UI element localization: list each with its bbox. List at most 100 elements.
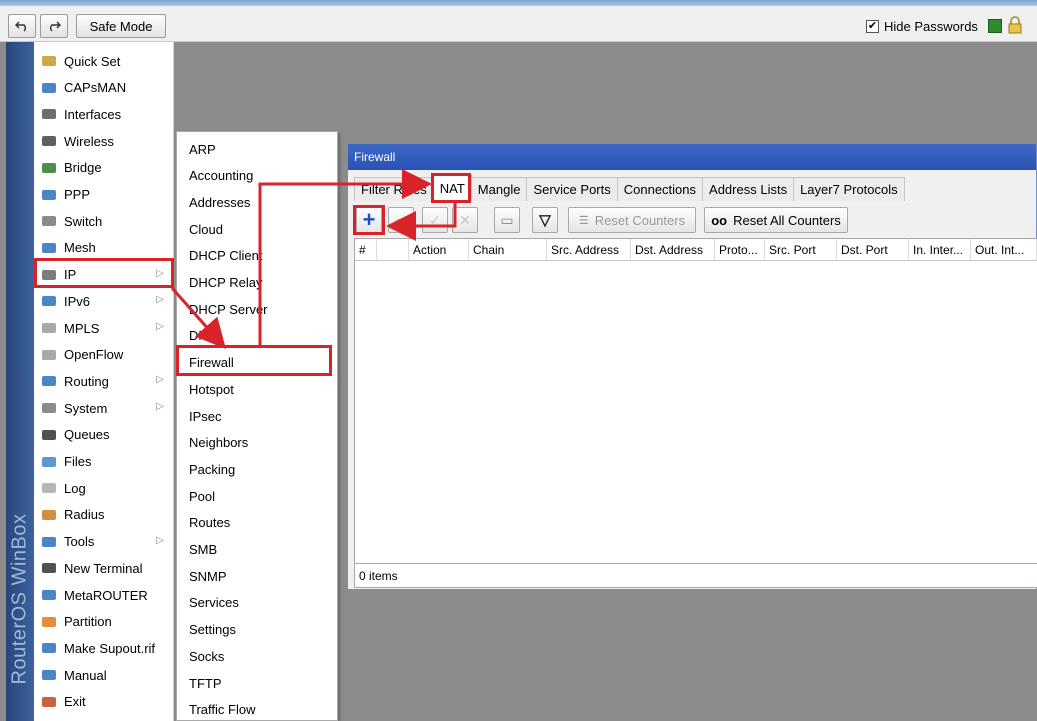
hide-passwords-checkbox[interactable]: ✔ xyxy=(866,20,879,33)
submenu-item-ipsec[interactable]: IPsec xyxy=(177,403,337,429)
menu-item-queues[interactable]: Queues xyxy=(34,422,174,448)
menu-item-openflow[interactable]: OpenFlow xyxy=(34,342,174,368)
menu-item-manual[interactable]: Manual xyxy=(34,662,174,688)
menu-item-label: Mesh xyxy=(64,240,96,256)
menu-item-capsman[interactable]: CAPsMAN xyxy=(34,75,174,101)
submenu-item-socks[interactable]: Socks xyxy=(177,643,337,669)
column-header[interactable]: Src. Address xyxy=(547,239,631,261)
submenu-item-cloud[interactable]: Cloud xyxy=(177,216,337,242)
menu-item-mpls[interactable]: MPLS ▷ xyxy=(34,315,174,341)
menu-item-label: PPP xyxy=(64,187,91,202)
column-header[interactable]: Proto... xyxy=(715,239,765,261)
column-header[interactable]: Out. Int... xyxy=(971,239,1037,261)
redo-button[interactable] xyxy=(40,14,68,38)
safe-mode-button[interactable]: Safe Mode xyxy=(76,14,166,38)
submenu-item-snmp[interactable]: SNMP xyxy=(177,563,337,589)
hide-passwords-label: Hide Passwords xyxy=(884,19,978,34)
submenu-item-hotspot[interactable]: Hotspot xyxy=(177,376,337,402)
queues-icon xyxy=(40,427,58,443)
menu-item-mesh[interactable]: Mesh xyxy=(34,235,174,261)
menu-item-label: Radius xyxy=(64,507,105,523)
menu-item-wireless[interactable]: Wireless xyxy=(34,128,174,154)
menu-item-ppp[interactable]: PPP xyxy=(34,182,174,208)
submenu-arrow-icon: ▷ xyxy=(156,401,164,413)
column-header[interactable]: # xyxy=(355,239,377,261)
tools-icon xyxy=(40,534,58,550)
submenu-item-traffic-flow[interactable]: Traffic Flow xyxy=(177,697,337,721)
menu-item-log[interactable]: Log xyxy=(34,475,174,501)
menu-item-label: Bridge xyxy=(64,160,102,176)
ipv6-icon xyxy=(40,293,58,309)
submenu-item-packing[interactable]: Packing xyxy=(177,456,337,482)
capsman-icon xyxy=(40,80,58,96)
column-header[interactable]: In. Inter... xyxy=(909,239,971,261)
tab-mangle[interactable]: Mangle xyxy=(470,177,528,201)
quickset-icon xyxy=(40,53,58,69)
main-toolbar: Safe Mode ✔ Hide Passwords xyxy=(0,6,1037,42)
submenu-item-dhcp-client[interactable]: DHCP Client xyxy=(177,243,337,269)
submenu-item-services[interactable]: Services xyxy=(177,590,337,616)
column-header[interactable]: Chain xyxy=(469,239,547,261)
reset-counters-icon: ☰ xyxy=(578,214,589,227)
menu-item-label: System xyxy=(64,400,108,416)
column-header[interactable]: Dst. Address xyxy=(631,239,715,261)
menu-item-exit[interactable]: Exit xyxy=(34,689,174,715)
submenu-item-arp[interactable]: ARP xyxy=(177,136,337,162)
undo-button[interactable] xyxy=(8,14,36,38)
reset-counters-button[interactable]: ☰ Reset Counters xyxy=(568,207,696,233)
comment-icon: ▭ xyxy=(500,211,514,228)
menu-item-quick-set[interactable]: Quick Set xyxy=(34,48,174,74)
menu-item-switch[interactable]: Switch xyxy=(34,208,174,234)
submenu-item-pool[interactable]: Pool xyxy=(177,483,337,509)
column-header[interactable]: Action xyxy=(409,239,469,261)
submenu-item-smb[interactable]: SMB xyxy=(177,537,337,563)
menu-item-metarouter[interactable]: MetaROUTER xyxy=(34,582,174,608)
submenu-item-routes[interactable]: Routes xyxy=(177,510,337,536)
menu-item-new-terminal[interactable]: New Terminal xyxy=(34,555,174,581)
submenu-arrow-icon: ▷ xyxy=(156,321,164,332)
remove-button[interactable]: − xyxy=(388,207,414,233)
menu-item-interfaces[interactable]: Interfaces xyxy=(34,101,174,127)
reset-all-counters-label: Reset All Counters xyxy=(733,212,841,228)
menu-item-routing[interactable]: Routing ▷ xyxy=(34,368,174,394)
submenu-item-accounting[interactable]: Accounting xyxy=(177,163,337,189)
submenu-item-dhcp-relay[interactable]: DHCP Relay xyxy=(177,270,337,296)
tab-address-lists[interactable]: Address Lists xyxy=(702,177,795,201)
tab-filter-rules[interactable]: Filter Rules xyxy=(354,177,434,201)
check-icon: ✓ xyxy=(429,211,441,228)
column-header[interactable]: Dst. Port xyxy=(837,239,909,261)
menu-item-partition[interactable]: Partition xyxy=(34,609,174,635)
menu-item-tools[interactable]: Tools ▷ xyxy=(34,529,174,555)
reset-all-counters-button[interactable]: oo Reset All Counters xyxy=(704,207,848,233)
comment-button[interactable]: ▭ xyxy=(494,207,520,233)
menu-item-label: Wireless xyxy=(64,133,114,149)
menu-item-ipv6[interactable]: IPv6 ▷ xyxy=(34,288,174,314)
firewall-window: Firewall Filter Rules NAT Mangle Service Po… xyxy=(347,143,1037,590)
tab-connections[interactable]: Connections xyxy=(616,177,704,201)
exit-icon xyxy=(40,694,58,710)
submenu-item-settings[interactable]: Settings xyxy=(177,617,337,643)
column-header[interactable]: Src. Port xyxy=(765,239,837,261)
submenu-item-neighbors[interactable]: Neighbors xyxy=(177,430,337,456)
menu-item-bridge[interactable]: Bridge xyxy=(34,155,174,181)
submenu-item-addresses[interactable]: Addresses xyxy=(177,189,337,215)
filter-button[interactable]: ▽ xyxy=(532,207,558,233)
tab-service-ports[interactable]: Service Ports xyxy=(526,177,618,201)
menu-item-system[interactable]: System ▷ xyxy=(34,395,174,421)
menu-item-make-supout-rif[interactable]: Make Supout.rif xyxy=(34,635,174,661)
tab-layer7-protocols[interactable]: Layer7 Protocols xyxy=(793,177,905,201)
disable-button[interactable]: ✕ xyxy=(452,207,478,233)
window-title: Firewall xyxy=(354,150,396,164)
submenu-item-tftp[interactable]: TFTP xyxy=(177,670,337,696)
firewall-title-bar[interactable]: Firewall xyxy=(348,144,1036,170)
menu-item-files[interactable]: Files xyxy=(34,449,174,475)
menu-item-label: Routing xyxy=(64,373,109,389)
enable-button[interactable]: ✓ xyxy=(422,207,448,233)
nat-rules-table[interactable]: # Action Chain Src. Address Dst. Address Prot… xyxy=(354,238,1037,564)
highlight-ip xyxy=(34,258,174,288)
items-count: 0 items xyxy=(354,564,1037,588)
submenu-item-dhcp-server[interactable]: DHCP Server xyxy=(177,296,337,322)
submenu-arrow-icon: ▷ xyxy=(156,534,164,546)
menu-item-radius[interactable]: Radius xyxy=(34,502,174,528)
column-header[interactable] xyxy=(377,239,409,261)
